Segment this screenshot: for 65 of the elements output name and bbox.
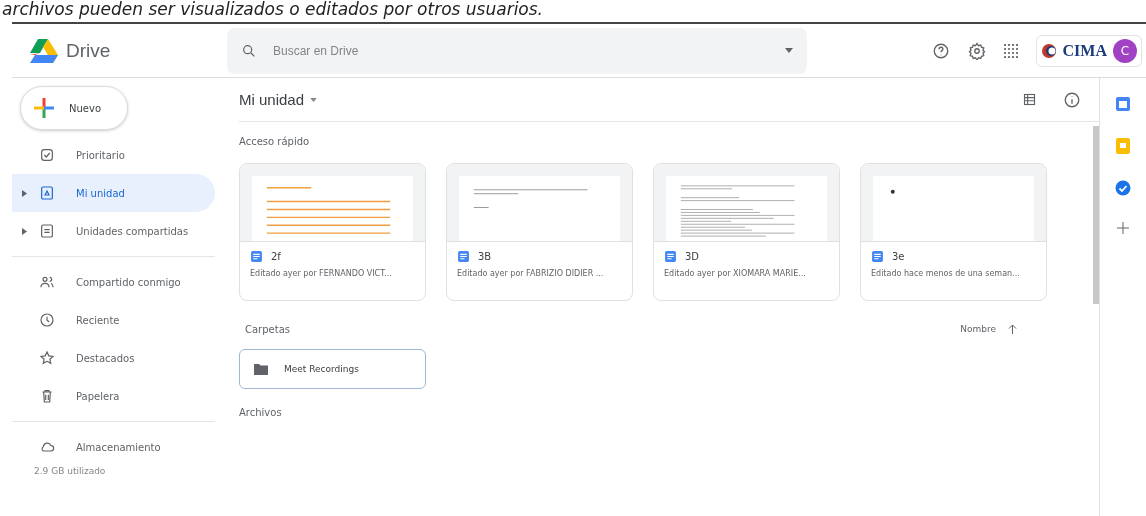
drive-logo-icon [28, 37, 58, 64]
breadcrumb[interactable]: Mi unidad [239, 91, 305, 108]
file-card[interactable]: 3D Editado ayer por XIOMARA MARIE... [653, 163, 840, 301]
checkbox-icon [39, 147, 55, 163]
caret-icon[interactable] [21, 189, 27, 197]
plus-icon[interactable] [1117, 222, 1129, 234]
file-subtitle: Editado ayer por FERNANDO VICT... [250, 269, 393, 278]
section-title: Acceso rápido [239, 136, 311, 147]
apps-grid-icon[interactable] [1003, 43, 1018, 58]
document-icon [664, 250, 677, 263]
sidebar-item[interactable]: Prioritario [12, 136, 215, 174]
new-button[interactable]: Nuevo [20, 86, 128, 130]
help-icon [931, 41, 950, 60]
star-icon [39, 350, 55, 366]
search-bar[interactable]: Buscar en Drive [227, 27, 807, 74]
sidebar-item[interactable]: Almacenamiento [12, 428, 215, 466]
search-icon [241, 42, 257, 59]
sidebar-item[interactable]: Mi unidad [12, 174, 215, 212]
account-badge[interactable]: CIMA C [1035, 34, 1142, 67]
sidebar-item[interactable]: Destacados [12, 339, 215, 377]
folder-item[interactable]: Meet Recordings [239, 349, 426, 389]
caret-icon[interactable] [310, 97, 318, 102]
plus-icon [33, 97, 55, 119]
caption-text: archivos pueden ser visualizados o editados por otros usuarios. [1, 0, 545, 18]
file-card[interactable]: 2f Editado ayer por FERNANDO VICT... [239, 163, 426, 301]
info-icon [1063, 90, 1081, 109]
file-subtitle: Editado ayer por XIOMARA MARIE... [664, 269, 807, 278]
avatar[interactable]: C [1113, 38, 1137, 63]
document-icon [457, 250, 470, 263]
tasks-icon[interactable] [1115, 180, 1131, 196]
sidebar-item[interactable]: Unidades compartidas [12, 212, 215, 250]
file-card[interactable]: 3e Editado hace menos de una seman... [860, 163, 1047, 301]
list-view-icon [1022, 92, 1037, 107]
section-title: Carpetas [245, 323, 290, 335]
file-name: 3e [892, 251, 905, 262]
search-input[interactable]: Buscar en Drive [271, 42, 771, 59]
trash-icon [39, 388, 55, 404]
document-icon [250, 250, 263, 263]
settings-icon [967, 41, 986, 60]
file-name: 3D [685, 251, 700, 262]
caret-icon[interactable] [21, 227, 27, 235]
sidebar-item[interactable]: Reciente [12, 301, 215, 339]
file-subtitle: Editado ayer por FABRIZIO DIDIER ... [457, 269, 605, 278]
shared-drive-icon [39, 223, 55, 239]
people-icon [39, 274, 55, 290]
calendar-icon[interactable] [1115, 96, 1131, 112]
storage-text: 2.9 GB utilizado [33, 466, 107, 476]
file-name: 2f [271, 251, 281, 262]
sidebar-item[interactable]: Compartido conmigo [12, 263, 215, 301]
arrow-up-icon [1008, 324, 1017, 334]
scrollbar[interactable] [1093, 126, 1099, 304]
file-name: 3B [478, 251, 492, 262]
document-icon [871, 250, 884, 263]
sort-button[interactable]: Nombre [954, 323, 1023, 335]
caret-icon[interactable] [785, 48, 793, 53]
section-title: Archivos [239, 407, 283, 418]
file-card[interactable]: 3B Editado ayer por FABRIZIO DIDIER ... [446, 163, 633, 301]
org-name: CIMA [1062, 41, 1107, 60]
folder-icon [254, 363, 268, 375]
file-subtitle: Editado hace menos de una seman... [871, 269, 1021, 278]
clock-icon [39, 312, 55, 328]
sidebar-item[interactable]: Papelera [12, 377, 215, 415]
drive-icon [39, 185, 55, 201]
app-name: Drive [66, 39, 111, 62]
org-logo-icon [1040, 42, 1057, 59]
